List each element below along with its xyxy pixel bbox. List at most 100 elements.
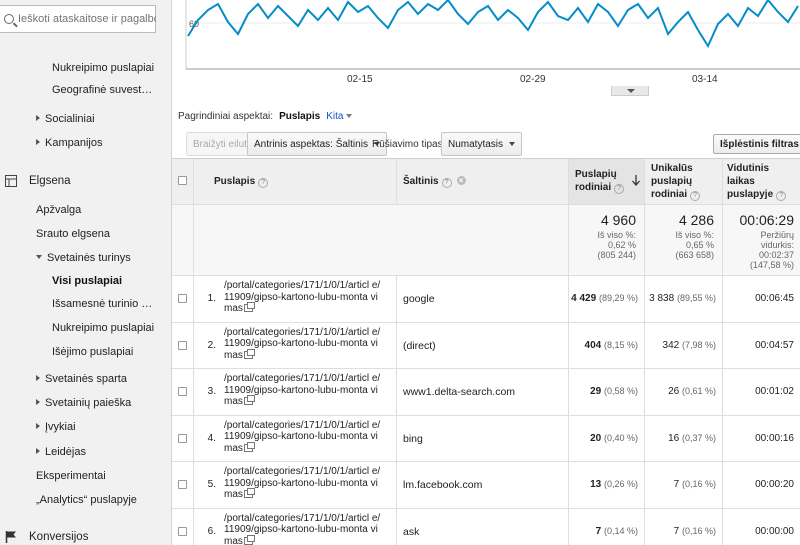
help-icon[interactable]: ? — [776, 191, 787, 201]
unique-pageviews-value: 26 (0,61 %) — [668, 386, 716, 398]
source-link[interactable]: bing — [403, 433, 423, 445]
pageviews-value: 404 (8,15 %) — [584, 339, 638, 351]
table-row: 2. /portal/categories/171/1/0/1/articl e… — [172, 322, 800, 369]
open-page-icon[interactable] — [243, 302, 255, 312]
x-tick-label: 03-14 — [692, 74, 718, 85]
page-path-link[interactable]: /portal/categories/171/1/0/1/articl e/11… — [224, 373, 382, 408]
x-tick-label: 02-15 — [347, 74, 373, 85]
row-checkbox[interactable] — [178, 294, 187, 304]
row-number: 1. — [207, 293, 216, 305]
open-page-icon[interactable] — [243, 395, 255, 405]
header-source[interactable]: Šaltinis? × — [397, 159, 569, 204]
expand-arrow-icon — [36, 448, 40, 454]
sidebar-item-social[interactable]: Socialiniai — [36, 113, 95, 125]
sort-type-label: Rūšiavimo tipas: — [372, 139, 446, 150]
report-search[interactable] — [0, 5, 156, 33]
sidebar-item-exit-pages[interactable]: Išėjimo puslapiai — [52, 346, 133, 358]
sidebar-item-overview[interactable]: Apžvalga — [36, 204, 81, 216]
help-icon[interactable]: ? — [690, 191, 701, 201]
page-path-link[interactable]: /portal/categories/171/1/0/1/articl e/11… — [224, 466, 382, 501]
search-icon — [4, 14, 14, 24]
source-link[interactable]: google — [403, 293, 435, 305]
behavior-section-icon — [5, 175, 17, 187]
totals-row: 4 960 Iš viso %: 0,62 % (805 244) 4 286 … — [172, 205, 800, 276]
page-path-link[interactable]: /portal/categories/171/1/0/1/articl e/11… — [224, 420, 382, 455]
secondary-dimension-dropdown[interactable]: Antrinis aspektas: Šaltinis — [247, 132, 387, 156]
total-unique-pageviews: 4 286 — [678, 212, 714, 228]
sidebar-item-site-content[interactable]: Svetainės turinys — [36, 252, 131, 264]
dimension-other[interactable]: Kita — [326, 111, 353, 122]
trend-chart: 60 02-15 02-29 03-14 — [172, 0, 800, 98]
page-path-link[interactable]: /portal/categories/171/1/0/1/articl e/11… — [224, 513, 382, 545]
sidebar-item-content-drilldown[interactable]: Išsamesnė turinio … — [52, 298, 152, 310]
sidebar-item-in-page-analytics[interactable]: „Analytics“ puslapyje — [36, 494, 137, 506]
sidebar-item-site-speed[interactable]: Svetainės sparta — [36, 373, 127, 385]
total-avg-time: 00:06:29 — [739, 212, 795, 228]
remove-dimension-icon[interactable]: × — [456, 176, 466, 185]
sidebar-item-geo-summary[interactable]: Geografinė suvest… — [52, 84, 152, 96]
sidebar-item-landing-pages[interactable]: Nukreipimo puslapiai — [52, 322, 154, 334]
help-icon[interactable]: ? — [258, 178, 269, 188]
open-page-icon[interactable] — [243, 534, 255, 545]
open-page-icon[interactable] — [243, 348, 255, 359]
unique-pageviews-value: 16 (0,37 %) — [668, 432, 716, 444]
select-all-checkbox[interactable] — [178, 176, 187, 185]
sidebar-item-referral-pages[interactable]: Nukreipimo puslapiai — [52, 62, 154, 74]
table-row: 1. /portal/categories/171/1/0/1/articl e… — [172, 276, 800, 323]
row-checkbox[interactable] — [178, 433, 187, 443]
chart-collapse-toggle[interactable] — [611, 86, 649, 96]
pageviews-value: 4 429 (89,29 %) — [571, 293, 638, 305]
page-path-link[interactable]: /portal/categories/171/1/0/1/articl e/11… — [224, 327, 382, 362]
sidebar-item-site-search[interactable]: Svetainių paieška — [36, 397, 131, 409]
source-link[interactable]: lm.facebook.com — [403, 479, 482, 491]
unique-pageviews-value: 3 838 (89,55 %) — [649, 293, 716, 305]
unique-pageviews-value: 7 (0,16 %) — [673, 525, 716, 537]
open-page-icon[interactable] — [243, 488, 255, 498]
header-avg-time[interactable]: Vidutinis laikas puslapyje? — [723, 159, 800, 204]
section-conversions[interactable]: Konversijos — [29, 531, 88, 543]
primary-dimension-label: Pagrindiniai aspektai: — [178, 111, 274, 122]
help-icon[interactable]: ? — [441, 178, 452, 188]
section-behavior[interactable]: Elgsena — [29, 175, 71, 187]
open-page-icon[interactable] — [243, 441, 255, 452]
pageviews-value: 29 (0,58 %) — [590, 386, 638, 398]
sort-type-dropdown[interactable]: Numatytasis — [441, 132, 523, 156]
report-search-input[interactable] — [18, 13, 156, 25]
sidebar-item-publisher[interactable]: Leidėjas — [36, 446, 86, 458]
avg-time-value: 00:00:20 — [755, 479, 794, 491]
dropdown-arrow-icon — [346, 114, 353, 118]
table-header-row: Puslapis? Šaltinis? × Puslapių rodiniai? … — [172, 159, 800, 205]
table-row: 5. /portal/categories/171/1/0/1/articl e… — [172, 462, 800, 509]
row-checkbox[interactable] — [178, 387, 187, 397]
row-checkbox[interactable] — [178, 526, 187, 536]
primary-dimension-bar: Pagrindiniai aspektai: Puslapis Kita — [178, 111, 353, 122]
row-checkbox[interactable] — [178, 480, 187, 490]
sort-descending-icon — [632, 175, 640, 186]
dimension-page[interactable]: Puslapis — [279, 111, 320, 122]
source-link[interactable]: www1.delta-search.com — [403, 386, 515, 398]
sidebar: Nukreipimo puslapiai Geografinė suvest… … — [0, 0, 172, 545]
row-number: 6. — [207, 525, 216, 537]
sidebar-item-behavior-flow[interactable]: Srauto elgsena — [36, 228, 110, 240]
avg-time-value: 00:00:16 — [755, 432, 794, 444]
page-path-link[interactable]: /portal/categories/171/1/0/1/articl e/11… — [224, 280, 382, 315]
total-pageviews: 4 960 — [600, 212, 636, 228]
avg-time-value: 00:01:02 — [755, 386, 794, 398]
sidebar-item-all-pages[interactable]: Visi puslapiai — [52, 275, 122, 287]
header-unique-pageviews[interactable]: Unikalūs puslapių rodiniai? — [645, 159, 723, 204]
row-checkbox[interactable] — [178, 340, 187, 350]
avg-time-value: 00:04:57 — [755, 339, 794, 351]
source-link[interactable]: ask — [403, 526, 419, 538]
header-page[interactable]: Puslapis? — [194, 159, 397, 204]
unique-pageviews-value: 342 (7,98 %) — [662, 339, 716, 351]
source-link[interactable]: (direct) — [403, 340, 436, 352]
total-avg-time-compare: Peržiūrų vidurkis: 00:02:37 (147,58 %) — [749, 230, 794, 270]
help-icon[interactable]: ? — [614, 184, 625, 194]
header-pageviews[interactable]: Puslapių rodiniai? — [569, 159, 645, 204]
avg-time-value: 00:00:00 — [755, 525, 794, 537]
sidebar-item-experiments[interactable]: Eksperimentai — [36, 470, 106, 482]
avg-time-value: 00:06:45 — [755, 293, 794, 305]
sidebar-item-campaigns[interactable]: Kampanijos — [36, 137, 102, 149]
advanced-filter-button[interactable]: Išplėstinis filtras |JU — [713, 134, 800, 154]
sidebar-item-events[interactable]: Įvykiai — [36, 421, 76, 433]
